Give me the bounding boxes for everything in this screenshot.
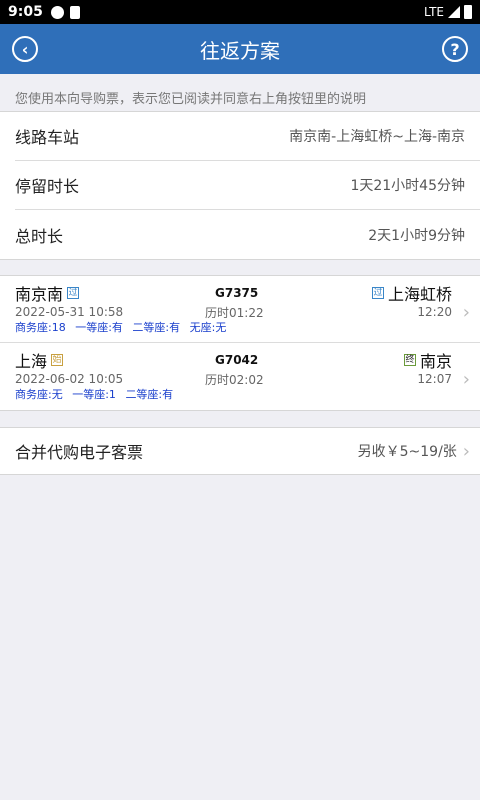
duration: 历时01:22 (205, 305, 264, 320)
section-gap (0, 260, 480, 276)
seat-second: 二等座:有 (125, 388, 174, 401)
info-row-total: 总时长 2天1小时9分钟 (15, 210, 480, 259)
route-info-group: 线路车站 南京南-上海虹桥~上海-南京 停留时长 1天21小时45分钟 总时长 … (0, 112, 480, 260)
info-row-stay: 停留时长 1天21小时45分钟 (15, 161, 480, 210)
info-label: 线路车站 (15, 128, 80, 147)
combined-ticket-row[interactable]: 合并代购电子客票 另收￥5~19/张 › (0, 427, 480, 475)
chevron-right-icon: › (462, 302, 470, 323)
train-item-return[interactable]: 上海 始 G7042 终 南京 2022-06-02 10:05 历时02:02… (0, 343, 480, 410)
status-right: LTE (424, 5, 472, 19)
page-title: 往返方案 (200, 38, 280, 63)
duration: 历时02:02 (205, 372, 264, 387)
seat-business: 商务座:18 (15, 321, 66, 334)
combined-ticket-label: 合并代购电子客票 (15, 443, 144, 462)
seat-second: 二等座:有 (132, 321, 181, 334)
info-label: 停留时长 (15, 177, 80, 196)
pass-through-icon: 过 (67, 287, 80, 299)
network-label: LTE (424, 5, 444, 19)
train-number: G7375 (215, 286, 259, 300)
notification-icon (50, 5, 64, 19)
arrive-time: 12:07 (417, 372, 452, 386)
status-time: 9:05 (8, 4, 43, 20)
nav-bar: ‹ 往返方案 ? (0, 24, 480, 74)
train-list: 南京南 过 G7375 过 上海虹桥 2022-05-31 10:58 历时01… (0, 276, 480, 411)
to-station-name: 南京 (419, 352, 452, 371)
from-station-name: 南京南 (15, 285, 64, 304)
chevron-right-icon: › (462, 440, 470, 462)
chevron-left-icon: ‹ (21, 39, 29, 59)
question-icon: ? (450, 39, 460, 59)
info-value: 南京南-上海虹桥~上海-南京 (289, 129, 465, 145)
signal-icon (448, 6, 460, 18)
to-station: 终 南京 (400, 348, 452, 372)
from-station: 南京南 过 (15, 281, 83, 305)
seat-standing: 无座:无 (189, 321, 227, 334)
seat-business: 商务座:无 (15, 388, 63, 401)
seat-first: 一等座:有 (75, 321, 123, 334)
info-value: 2天1小时9分钟 (368, 227, 465, 244)
from-station: 上海 始 (15, 348, 67, 372)
chevron-right-icon: › (462, 369, 470, 390)
status-bar: 9:05 LTE (0, 0, 480, 24)
depart-time: 2022-06-02 10:05 (15, 372, 124, 386)
depart-time: 2022-05-31 10:58 (15, 305, 124, 319)
sim-card-icon (69, 5, 80, 19)
seat-availability: 商务座:18 一等座:有 二等座:有 无座:无 (15, 320, 452, 335)
back-button[interactable]: ‹ (12, 36, 38, 62)
from-station-name: 上海 (15, 352, 48, 371)
pass-through-icon: 过 (371, 287, 384, 299)
info-value: 1天21小时45分钟 (350, 178, 465, 194)
info-label: 总时长 (15, 226, 64, 246)
battery-icon (464, 5, 472, 19)
terminal-station-icon: 终 (403, 354, 416, 366)
train-number: G7042 (215, 353, 259, 367)
info-row-route: 线路车站 南京南-上海虹桥~上海-南京 (15, 112, 480, 161)
seat-availability: 商务座:无 一等座:1 二等座:有 (15, 387, 452, 402)
combined-ticket-fee: 另收￥5~19/张 (357, 444, 457, 460)
seat-first: 一等座:1 (72, 388, 116, 401)
origin-station-icon: 始 (51, 354, 64, 366)
help-button[interactable]: ? (442, 36, 468, 62)
train-item-outbound[interactable]: 南京南 过 G7375 过 上海虹桥 2022-05-31 10:58 历时01… (0, 276, 480, 343)
to-station: 过 上海虹桥 (368, 281, 452, 305)
arrive-time: 12:20 (417, 305, 452, 319)
notice-text: 您使用本向导购票，表示您已阅读并同意右上角按钮里的说明 (0, 74, 480, 112)
to-station-name: 上海虹桥 (387, 285, 452, 304)
